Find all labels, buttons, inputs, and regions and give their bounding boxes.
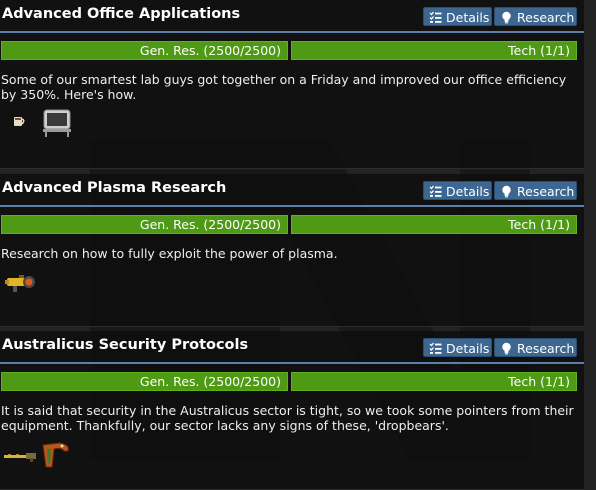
mug-icon[interactable]	[10, 112, 28, 130]
gen-res-progress-bar: Gen. Res. (2500/2500)	[1, 41, 288, 60]
unlocked-items	[0, 108, 584, 144]
details-label: Details	[446, 10, 490, 25]
card-description: Some of our smartest lab guys got togeth…	[1, 72, 567, 102]
research-card: Australicus Security Protocols Details R…	[0, 331, 584, 490]
research-label: Research	[517, 184, 575, 199]
research-button[interactable]: Research	[494, 7, 577, 26]
tech-progress-bar: Tech (1/1)	[291, 372, 577, 391]
rifle-icon[interactable]	[4, 451, 40, 463]
boomerang-icon[interactable]	[40, 441, 72, 471]
gen-res-progress-bar: Gen. Res. (2500/2500)	[1, 372, 288, 391]
list-icon	[429, 185, 442, 197]
card-description: Research on how to fully exploit the pow…	[1, 246, 338, 261]
details-button[interactable]: Details	[423, 338, 492, 357]
details-label: Details	[446, 341, 490, 356]
progress-bars: Gen. Res. (2500/2500) Tech (1/1)	[0, 372, 584, 392]
card-header: Advanced Office Applications Details Res…	[0, 0, 584, 33]
research-button[interactable]: Research	[494, 338, 577, 357]
research-label: Research	[517, 10, 575, 25]
details-label: Details	[446, 184, 490, 199]
research-button[interactable]: Research	[494, 181, 577, 200]
unlocked-items	[0, 269, 584, 303]
card-description: It is said that security in the Australi…	[1, 403, 574, 433]
details-button[interactable]: Details	[423, 181, 492, 200]
card-header: Advanced Plasma Research Details Researc…	[0, 174, 584, 207]
unlocked-items	[0, 441, 584, 475]
tech-progress-bar: Tech (1/1)	[291, 41, 577, 60]
research-card: Advanced Plasma Research Details Researc…	[0, 174, 584, 327]
card-title: Advanced Plasma Research	[2, 180, 227, 196]
research-label: Research	[517, 341, 575, 356]
card-title: Australicus Security Protocols	[2, 337, 249, 353]
card-header: Australicus Security Protocols Details R…	[0, 331, 584, 364]
gen-res-progress-bar: Gen. Res. (2500/2500)	[1, 215, 288, 234]
details-button[interactable]: Details	[423, 7, 492, 26]
plasma-gun-icon[interactable]	[4, 271, 36, 295]
list-icon	[429, 342, 442, 354]
lightbulb-icon	[502, 11, 511, 24]
research-card: Advanced Office Applications Details Res…	[0, 0, 584, 169]
research-list: Advanced Office Applications Details Res…	[0, 0, 584, 490]
office-chair-icon[interactable]	[41, 108, 73, 138]
card-title: Advanced Office Applications	[2, 6, 241, 22]
list-icon	[429, 11, 442, 23]
lightbulb-icon	[502, 185, 511, 198]
lightbulb-icon	[502, 342, 511, 355]
progress-bars: Gen. Res. (2500/2500) Tech (1/1)	[0, 215, 584, 235]
progress-bars: Gen. Res. (2500/2500) Tech (1/1)	[0, 41, 584, 61]
tech-progress-bar: Tech (1/1)	[291, 215, 577, 234]
